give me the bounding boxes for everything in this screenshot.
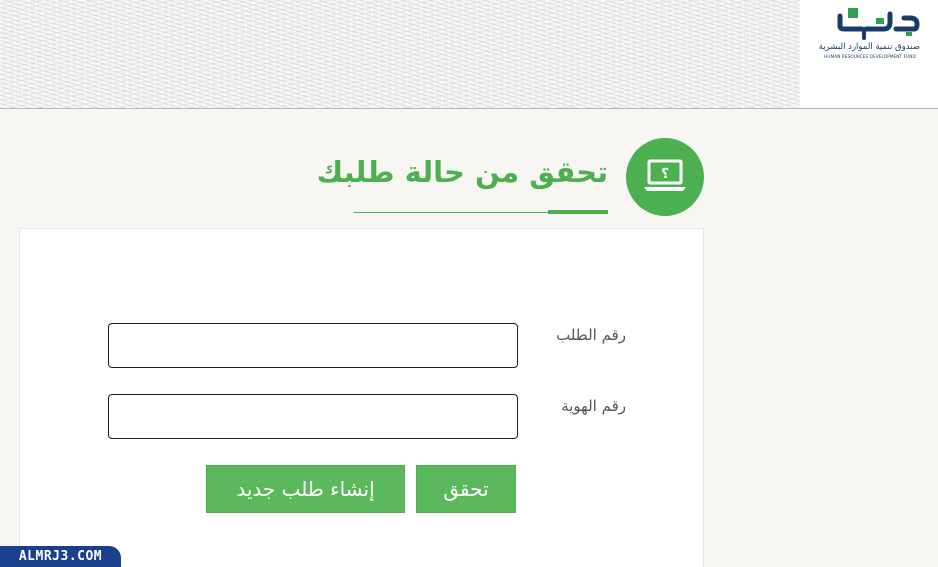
id-number-input[interactable]	[108, 394, 518, 439]
id-number-label: رقم الهوية	[561, 397, 626, 415]
logo-caption-english: HUMAN RESOURCES DEVELOPMENT FUND	[824, 54, 916, 59]
verify-button[interactable]: تحقق	[416, 465, 516, 513]
logo-caption-arabic: صندوق تنمية الموارد البشرية	[818, 42, 920, 52]
svg-text:؟: ؟	[661, 166, 669, 182]
request-number-input[interactable]	[108, 323, 518, 368]
header-background	[0, 0, 800, 108]
title-underline-accent	[548, 210, 608, 214]
page-title: تحقق من حالة طلبك	[316, 155, 608, 189]
laptop-question-icon: ؟	[644, 159, 686, 191]
page: صندوق تنمية الموارد البشرية HUMAN RESOUR…	[0, 0, 938, 567]
header-divider	[0, 108, 938, 109]
new-request-button[interactable]: إنشاء طلب جديد	[206, 465, 405, 513]
request-number-label: رقم الطلب	[556, 326, 626, 344]
title-badge: ؟	[626, 138, 704, 216]
watermark-badge: ALMRJ3.COM	[0, 546, 121, 567]
